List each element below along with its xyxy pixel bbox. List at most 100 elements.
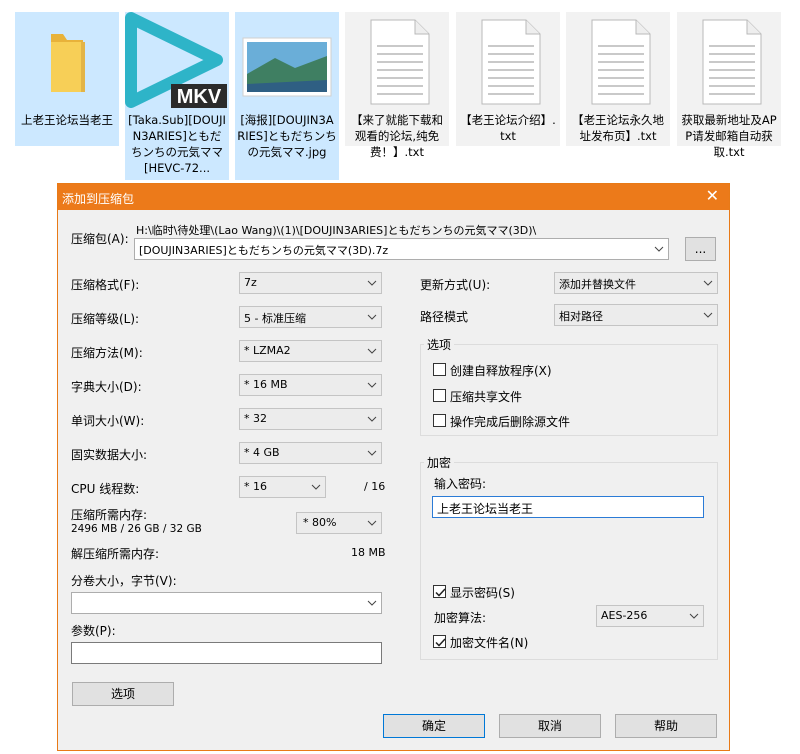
- file-name: 【来了就能下载和观看的论坛,纯免费！】.txt: [351, 113, 443, 159]
- chevron-down-icon: [703, 312, 713, 318]
- delete-checkbox[interactable]: [433, 414, 446, 427]
- dict-value: * 16 MB: [244, 378, 288, 391]
- text-file-icon: [370, 19, 430, 105]
- sfx-checkbox[interactable]: [433, 363, 446, 376]
- file-name: 【老王论坛永久地址发布页】.txt: [572, 113, 664, 143]
- mkv-badge: MKV: [177, 86, 222, 108]
- password-input[interactable]: 上老王论坛当老王: [432, 496, 704, 518]
- chevron-down-icon: [367, 600, 377, 606]
- chevron-down-icon: [367, 280, 377, 286]
- dialog-title: 添加到压缩包: [62, 192, 135, 206]
- file-name: 获取最新地址及APP请发邮箱自动获取.txt: [681, 113, 777, 159]
- show-password-label: 显示密码(S): [450, 586, 515, 600]
- method-select[interactable]: * LZMA2: [239, 340, 382, 362]
- archive-label: 压缩包(A):: [71, 232, 129, 246]
- path-mode-label: 路径模式: [420, 310, 469, 324]
- cancel-button[interactable]: 取消: [499, 714, 601, 738]
- chevron-down-icon: [689, 613, 699, 619]
- file-item-mkv[interactable]: MKV [Taka.Sub][DOUJIN3ARIES]ともだちンちの元気ママ[…: [125, 12, 229, 180]
- mem-label: 压缩所需内存:: [71, 508, 148, 522]
- mkv-video-icon: MKV: [125, 12, 227, 108]
- mem-value: * 80%: [303, 516, 337, 529]
- encryption-group-title: 加密: [424, 454, 455, 471]
- shared-checkbox[interactable]: [433, 389, 446, 402]
- checkmark-icon: [435, 588, 446, 597]
- ok-button[interactable]: 确定: [383, 714, 485, 738]
- chevron-down-icon: [367, 348, 377, 354]
- level-label: 压缩等级(L):: [71, 312, 140, 326]
- archive-name-combo[interactable]: [DOUJIN3ARIES]ともだちンちの元気ママ(3D).7z: [134, 238, 669, 260]
- path-mode-value: 相对路径: [559, 310, 603, 323]
- update-select[interactable]: 添加并替换文件: [554, 272, 718, 294]
- volume-combo[interactable]: [71, 592, 382, 614]
- browse-button[interactable]: ...: [685, 237, 716, 261]
- file-name: [海报][DOUJIN3ARIES]ともだちンちの元気ママ.jpg: [237, 113, 337, 159]
- update-value: 添加并替换文件: [559, 278, 636, 291]
- text-file-icon: [481, 19, 541, 105]
- chevron-down-icon: [367, 382, 377, 388]
- format-value: 7z: [244, 276, 257, 289]
- decomp-label: 解压缩所需内存:: [71, 547, 160, 561]
- chevron-down-icon: [703, 280, 713, 286]
- file-item-folder[interactable]: 上老王论坛当老王: [15, 12, 119, 146]
- solid-value: * 4 GB: [244, 446, 280, 459]
- checkmark-icon: [435, 638, 446, 647]
- file-name: 【老王论坛介绍】.txt: [460, 113, 556, 143]
- chevron-down-icon: [311, 484, 321, 490]
- mem-select[interactable]: * 80%: [296, 512, 382, 534]
- mem-detail: 2496 MB / 26 GB / 32 GB: [71, 523, 202, 535]
- file-item-image[interactable]: [海报][DOUJIN3ARIES]ともだちンちの元気ママ.jpg: [235, 12, 339, 180]
- encryption-method-select[interactable]: AES-256: [596, 605, 704, 627]
- dict-select[interactable]: * 16 MB: [239, 374, 382, 396]
- archive-path: H:\临时\待处理\(Lao Wang)\(1)\[DOUJIN3ARIES]と…: [136, 224, 537, 237]
- file-item-txt-4[interactable]: 获取最新地址及APP请发邮箱自动获取.txt: [677, 12, 781, 159]
- chevron-down-icon: [367, 520, 377, 526]
- dict-label: 字典大小(D):: [71, 380, 142, 394]
- decomp-value: 18 MB: [351, 546, 386, 559]
- encryption-method-label: 加密算法:: [434, 611, 487, 625]
- options-button[interactable]: 选项: [72, 682, 174, 706]
- path-mode-select[interactable]: 相对路径: [554, 304, 718, 326]
- folder-icon: [51, 34, 85, 92]
- method-value: * LZMA2: [244, 344, 291, 357]
- encrypt-names-checkbox[interactable]: [433, 635, 446, 648]
- file-name: 上老王论坛当老王: [21, 113, 113, 127]
- params-label: 参数(P):: [71, 624, 116, 638]
- cpu-value: * 16: [244, 480, 267, 493]
- format-select[interactable]: 7z: [239, 272, 382, 294]
- level-select[interactable]: 5 - 标准压缩: [239, 306, 382, 328]
- help-button[interactable]: 帮助: [615, 714, 717, 738]
- add-to-archive-dialog: 添加到压缩包 ✕ 压缩包(A): H:\临时\待处理\(Lao Wang)\(1…: [57, 183, 730, 751]
- chevron-down-icon: [367, 314, 377, 320]
- delete-label: 操作完成后删除源文件: [450, 415, 571, 429]
- params-input[interactable]: [71, 642, 382, 664]
- shared-label: 压缩共享文件: [450, 390, 523, 404]
- word-label: 单词大小(W):: [71, 414, 145, 428]
- cpu-label: CPU 线程数:: [71, 482, 140, 496]
- file-item-txt-3[interactable]: 【老王论坛永久地址发布页】.txt: [566, 12, 670, 146]
- volume-label: 分卷大小，字节(V):: [71, 574, 177, 588]
- archive-filename: [DOUJIN3ARIES]ともだちンちの元気ママ(3D).7z: [139, 244, 389, 257]
- word-select[interactable]: * 32: [239, 408, 382, 430]
- show-password-checkbox[interactable]: [433, 585, 446, 598]
- solid-label: 固实数据大小:: [71, 448, 148, 462]
- solid-select[interactable]: * 4 GB: [239, 442, 382, 464]
- cpu-max: / 16: [364, 480, 386, 493]
- text-file-icon: [591, 19, 651, 105]
- level-value: 5 - 标准压缩: [244, 312, 306, 325]
- file-item-txt-2[interactable]: 【老王论坛介绍】.txt: [456, 12, 560, 146]
- format-label: 压缩格式(F):: [71, 278, 140, 292]
- update-label: 更新方式(U):: [420, 278, 491, 292]
- chevron-down-icon: [367, 416, 377, 422]
- method-label: 压缩方法(M):: [71, 346, 143, 360]
- encrypt-names-label: 加密文件名(N): [450, 636, 529, 650]
- password-label: 输入密码:: [434, 477, 487, 491]
- chevron-down-icon: [654, 246, 664, 252]
- options-group-title: 选项: [424, 336, 455, 353]
- title-bar: 添加到压缩包 ✕: [58, 184, 729, 210]
- file-item-txt-1[interactable]: 【来了就能下载和观看的论坛,纯免费！】.txt: [345, 12, 449, 159]
- cpu-select[interactable]: * 16: [239, 476, 326, 498]
- chevron-down-icon: [367, 450, 377, 456]
- sfx-label: 创建自释放程序(X): [450, 364, 552, 378]
- close-icon[interactable]: ✕: [706, 186, 719, 205]
